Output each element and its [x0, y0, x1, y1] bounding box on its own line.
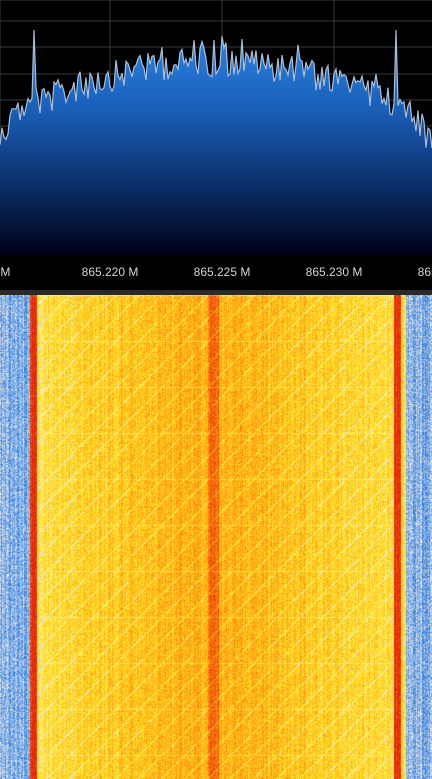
waterfall-display[interactable] [0, 295, 432, 779]
frequency-axis: 865.215 M 865.220 M 865.225 M 865.230 M … [0, 256, 432, 290]
spectrum-panel[interactable] [0, 0, 432, 256]
freq-tick-label: 865.235 M [417, 265, 432, 279]
spectrum-plot[interactable] [0, 0, 432, 256]
freq-tick-label: 865.225 M [193, 265, 251, 279]
freq-tick-label: 865.230 M [305, 265, 363, 279]
sdr-display: 865.215 M 865.220 M 865.225 M 865.230 M … [0, 0, 432, 779]
freq-tick-label: 865.215 M [0, 265, 11, 279]
freq-tick-label: 865.220 M [81, 265, 139, 279]
